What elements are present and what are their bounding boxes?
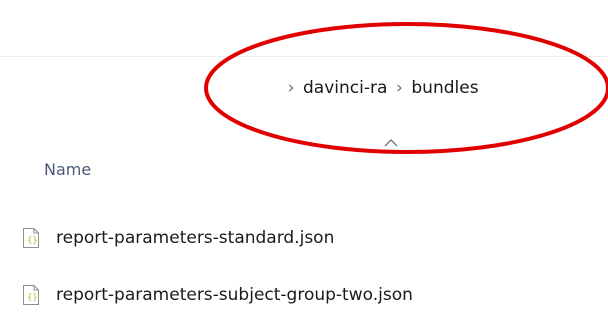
address-bar-divider [0, 56, 608, 57]
svg-text:{}: {} [27, 236, 38, 246]
file-explorer-window: › davinci-ra › bundles Name {} report-pa… [0, 0, 608, 312]
breadcrumb: › davinci-ra › bundles [281, 76, 481, 100]
file-name: report-parameters-subject-group-two.json [56, 285, 413, 305]
breadcrumb-item-bundles[interactable]: bundles [409, 78, 480, 98]
file-name: report-parameters-standard.json [56, 228, 335, 248]
breadcrumb-separator-icon[interactable]: › [281, 78, 301, 98]
breadcrumb-separator-icon[interactable]: › [389, 78, 409, 98]
json-file-icon: {} [23, 228, 39, 248]
file-row[interactable]: {} report-parameters-standard.json [22, 224, 334, 252]
svg-text:{}: {} [27, 293, 38, 303]
file-row[interactable]: {} report-parameters-subject-group-two.j… [22, 281, 413, 309]
sort-ascending-caret-icon[interactable] [384, 138, 398, 148]
name-column-header[interactable]: Name [44, 160, 91, 179]
red-annotation-ellipse [204, 22, 608, 154]
breadcrumb-item-davinci-ra[interactable]: davinci-ra [301, 78, 389, 98]
json-file-icon: {} [23, 285, 39, 305]
